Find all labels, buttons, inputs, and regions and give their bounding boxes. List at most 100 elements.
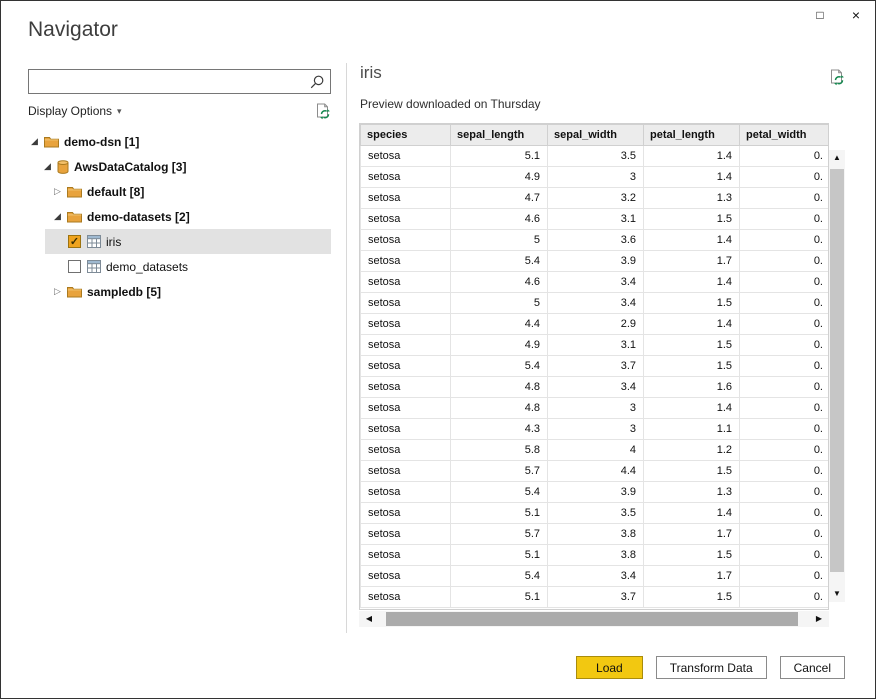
table-cell: 3.9 bbox=[548, 251, 644, 272]
table-cell: 4.8 bbox=[451, 398, 548, 419]
vertical-scrollbar[interactable]: ▲ ▼ bbox=[829, 150, 845, 602]
table-cell: 3.1 bbox=[548, 209, 644, 230]
tree-item-demo-dsn-1[interactable]: ◢demo-dsn [1] bbox=[28, 129, 331, 154]
table-cell: setosa bbox=[361, 209, 451, 230]
twisty-collapsed-icon[interactable]: ▷ bbox=[51, 186, 64, 197]
column-header: sepal_width bbox=[548, 125, 644, 146]
folder-icon bbox=[44, 136, 59, 148]
table-cell: 4.9 bbox=[451, 167, 548, 188]
table-cell: 4.9 bbox=[451, 335, 548, 356]
table-cell: setosa bbox=[361, 545, 451, 566]
footer-buttons: Load Transform Data Cancel bbox=[576, 656, 845, 679]
scroll-up-icon[interactable]: ▲ bbox=[829, 150, 845, 166]
checkbox[interactable]: ✓ bbox=[68, 235, 81, 248]
table-cell: 0. bbox=[740, 482, 830, 503]
twisty-collapsed-icon[interactable]: ▷ bbox=[51, 286, 64, 297]
table-cell: setosa bbox=[361, 167, 451, 188]
search-icon[interactable] bbox=[304, 74, 330, 90]
close-icon[interactable]: × bbox=[845, 5, 867, 25]
refresh-tree-button[interactable] bbox=[314, 103, 331, 120]
table-cell: setosa bbox=[361, 461, 451, 482]
preview-table: speciessepal_lengthsepal_widthpetal_leng… bbox=[360, 124, 829, 608]
table-row: setosa4.93.11.50. bbox=[361, 335, 830, 356]
search-input[interactable] bbox=[29, 70, 304, 93]
checkbox[interactable] bbox=[68, 260, 81, 273]
table-cell: 5.7 bbox=[451, 524, 548, 545]
transform-data-button[interactable]: Transform Data bbox=[656, 656, 767, 679]
table-row: setosa4.63.41.40. bbox=[361, 272, 830, 293]
table-cell: 5 bbox=[451, 230, 548, 251]
dataset-tree: ◢demo-dsn [1]◢AwsDataCatalog [3]▷default… bbox=[28, 129, 331, 304]
table-cell: 3.9 bbox=[548, 482, 644, 503]
window-controls: □ × bbox=[809, 5, 867, 25]
horizontal-scrollbar[interactable]: ◀ ▶ bbox=[359, 611, 829, 627]
horizontal-scroll-thumb[interactable] bbox=[386, 612, 798, 626]
table-cell: 3.7 bbox=[548, 587, 644, 608]
folder-icon bbox=[67, 286, 82, 298]
twisty-expanded-icon[interactable]: ◢ bbox=[28, 136, 41, 147]
tree-item-default-8[interactable]: ▷default [8] bbox=[28, 179, 331, 204]
table-cell: 4.6 bbox=[451, 272, 548, 293]
table-cell: 0. bbox=[740, 314, 830, 335]
table-cell: 0. bbox=[740, 188, 830, 209]
table-cell: setosa bbox=[361, 377, 451, 398]
page-title: Navigator bbox=[28, 18, 118, 42]
table-cell: 3.4 bbox=[548, 272, 644, 293]
column-header: sepal_length bbox=[451, 125, 548, 146]
vertical-scroll-thumb[interactable] bbox=[830, 169, 844, 572]
table-cell: 3.6 bbox=[548, 230, 644, 251]
table-cell: 1.5 bbox=[644, 293, 740, 314]
table-cell: 1.7 bbox=[644, 566, 740, 587]
table-cell: 4.6 bbox=[451, 209, 548, 230]
tree-item-iris[interactable]: ✓iris bbox=[28, 229, 331, 254]
table-cell: 0. bbox=[740, 419, 830, 440]
table-row: setosa53.41.50. bbox=[361, 293, 830, 314]
table-cell: 5.1 bbox=[451, 587, 548, 608]
table-row: setosa5.74.41.50. bbox=[361, 461, 830, 482]
table-cell: 1.1 bbox=[644, 419, 740, 440]
table-cell: setosa bbox=[361, 482, 451, 503]
table-cell: setosa bbox=[361, 440, 451, 461]
preview-title: iris bbox=[360, 63, 382, 83]
table-cell: setosa bbox=[361, 419, 451, 440]
table-cell: 4.4 bbox=[451, 314, 548, 335]
refresh-preview-button[interactable] bbox=[828, 69, 845, 86]
table-row: setosa5.43.41.70. bbox=[361, 566, 830, 587]
table-cell: 0. bbox=[740, 335, 830, 356]
table-cell: 4 bbox=[548, 440, 644, 461]
table-cell: 4.3 bbox=[451, 419, 548, 440]
folder-icon bbox=[67, 186, 82, 198]
table-cell: 0. bbox=[740, 272, 830, 293]
display-options-dropdown[interactable]: Display Options ▾ bbox=[28, 104, 122, 118]
maximize-icon[interactable]: □ bbox=[809, 5, 831, 25]
table-cell: 4.7 bbox=[451, 188, 548, 209]
table-cell: 1.4 bbox=[644, 230, 740, 251]
table-row: setosa5.841.20. bbox=[361, 440, 830, 461]
scroll-down-icon[interactable]: ▼ bbox=[829, 586, 845, 602]
tree-item-awsdatacatalog-3[interactable]: ◢AwsDataCatalog [3] bbox=[28, 154, 331, 179]
table-row: setosa4.73.21.30. bbox=[361, 188, 830, 209]
cancel-button[interactable]: Cancel bbox=[780, 656, 845, 679]
table-cell: 1.4 bbox=[644, 314, 740, 335]
scroll-right-icon[interactable]: ▶ bbox=[811, 611, 827, 627]
preview-table-head-row: speciessepal_lengthsepal_widthpetal_leng… bbox=[361, 125, 830, 146]
tree-item-demo-datasets-2[interactable]: ◢demo-datasets [2] bbox=[28, 204, 331, 229]
table-cell: 3.8 bbox=[548, 524, 644, 545]
table-row: setosa5.43.91.30. bbox=[361, 482, 830, 503]
tree-item-label: demo_datasets bbox=[106, 260, 188, 274]
scroll-left-icon[interactable]: ◀ bbox=[361, 611, 377, 627]
tree-item-sampledb-5[interactable]: ▷sampledb [5] bbox=[28, 279, 331, 304]
twisty-expanded-icon[interactable]: ◢ bbox=[51, 211, 64, 222]
table-cell: setosa bbox=[361, 314, 451, 335]
table-cell: 5.1 bbox=[451, 545, 548, 566]
column-header: petal_width bbox=[740, 125, 830, 146]
load-button[interactable]: Load bbox=[576, 656, 643, 679]
table-cell: 0. bbox=[740, 293, 830, 314]
table-cell: 1.2 bbox=[644, 440, 740, 461]
tree-item-demo-datasets[interactable]: demo_datasets bbox=[28, 254, 331, 279]
table-cell: 5.8 bbox=[451, 440, 548, 461]
database-icon bbox=[57, 160, 69, 174]
table-cell: setosa bbox=[361, 398, 451, 419]
table-cell: setosa bbox=[361, 524, 451, 545]
twisty-expanded-icon[interactable]: ◢ bbox=[41, 161, 54, 172]
